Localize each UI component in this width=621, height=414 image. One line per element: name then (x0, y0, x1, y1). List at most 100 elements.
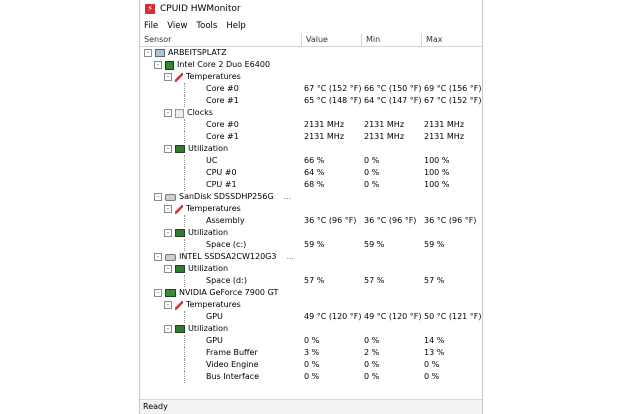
sensor-label: Core #0 (206, 120, 239, 129)
expand-toggle-icon[interactable]: - (164, 325, 172, 333)
expand-toggle-icon[interactable]: - (164, 301, 172, 309)
tree-connector (184, 155, 185, 167)
clock-icon (175, 108, 184, 118)
tree-node[interactable]: - Utilization (140, 263, 482, 275)
sensor-row[interactable]: Space (c:) 59 % 59 % 59 % (140, 239, 482, 251)
sensor-max: 69 °C (156 °F) (424, 84, 482, 93)
menu-tools[interactable]: Tools (196, 21, 217, 31)
sensor-value: 2131 MHz (304, 132, 345, 141)
tree-connector (184, 371, 185, 383)
tree-node[interactable]: - Intel Core 2 Duo E6400 (140, 59, 482, 71)
tree-node[interactable]: - Utilization (140, 143, 482, 155)
tree-connector (184, 359, 185, 371)
sensor-row[interactable]: CPU #0 64 % 0 % 100 % (140, 167, 482, 179)
column-header: Sensor Value Min Max (140, 34, 482, 47)
sensor-row[interactable]: Frame Buffer 3 % 2 % 13 % (140, 347, 482, 359)
menu-view[interactable]: View (167, 21, 187, 31)
sensor-row[interactable]: Core #0 2131 MHz 2131 MHz 2131 MHz (140, 119, 482, 131)
sensor-value: 0 % (304, 372, 320, 381)
thermometer-icon (175, 204, 183, 214)
expand-toggle-icon[interactable]: - (154, 61, 162, 69)
tree-node[interactable]: - NVIDIA GeForce 7900 GT (140, 287, 482, 299)
tree-node[interactable]: - Temperatures (140, 71, 482, 83)
sensor-label: SanDisk SDSSDHP256G (179, 192, 274, 201)
row-label-cell: Assembly (206, 215, 245, 227)
tree-node[interactable]: - INTEL SSDSA2CW120G3... (140, 251, 482, 263)
tree-node[interactable]: - Clocks (140, 107, 482, 119)
tree-node[interactable]: - SanDisk SDSSDHP256G... (140, 191, 482, 203)
sensor-tree[interactable]: - ARBEITSPLATZ - Intel Core 2 Duo E6400- Tem… (140, 47, 482, 383)
row-label-cell: - Temperatures (164, 299, 241, 311)
sensor-row[interactable]: GPU 49 °C (120 °F) 49 °C (120 °F) 50 °C (12… (140, 311, 482, 323)
sensor-label: Clocks (187, 108, 213, 117)
sensor-row[interactable]: Core #1 65 °C (148 °F) 64 °C (147 °F) 67 °C… (140, 95, 482, 107)
tree-connector (184, 95, 185, 107)
sensor-max: 14 % (424, 336, 445, 345)
row-label-cell: Core #0 (206, 119, 239, 131)
row-label-cell: GPU (206, 335, 223, 347)
status-text: Ready (143, 402, 168, 411)
sensor-max: 2131 MHz (424, 132, 465, 141)
expand-toggle-icon[interactable]: - (144, 49, 152, 57)
expand-toggle-icon[interactable]: - (164, 145, 172, 153)
sensor-value: 2131 MHz (304, 120, 345, 129)
sensor-row[interactable]: Core #0 67 °C (152 °F) 66 °C (150 °F) 69 °C… (140, 83, 482, 95)
column-sensor[interactable]: Sensor (140, 34, 302, 46)
sensor-max: 100 % (424, 180, 450, 189)
menu-file[interactable]: File (144, 21, 158, 31)
tree-node[interactable]: - Temperatures (140, 299, 482, 311)
tree-node[interactable]: - Temperatures (140, 203, 482, 215)
window-title: CPUID HWMonitor (160, 4, 241, 14)
sensor-row[interactable]: Assembly 36 °C (96 °F) 36 °C (96 °F) 36 °C … (140, 215, 482, 227)
sensor-max: 0 % (424, 360, 440, 369)
expand-toggle-icon[interactable]: - (164, 205, 172, 213)
node-extra: ... (286, 252, 295, 261)
sensor-row[interactable]: Bus Interface 0 % 0 % 0 % (140, 371, 482, 383)
sensor-max: 13 % (424, 348, 445, 357)
gpu-icon (165, 289, 176, 297)
menu-help[interactable]: Help (226, 21, 245, 31)
sensor-min: 0 % (364, 336, 380, 345)
row-label-cell: CPU #0 (206, 167, 237, 179)
expand-toggle-icon[interactable]: - (154, 253, 162, 261)
expand-toggle-icon[interactable]: - (164, 73, 172, 81)
column-min[interactable]: Min (362, 34, 422, 46)
expand-toggle-icon[interactable]: - (164, 229, 172, 237)
row-label-cell: CPU #1 (206, 179, 237, 191)
hwmonitor-window: ⚡ CPUID HWMonitor File View Tools Help S… (139, 0, 483, 414)
sensor-row[interactable]: Space (d:) 57 % 57 % 57 % (140, 275, 482, 287)
column-max[interactable]: Max (422, 34, 482, 46)
sensor-max: 2131 MHz (424, 120, 465, 129)
row-label-cell: - Utilization (164, 143, 228, 155)
sensor-min: 2131 MHz (364, 132, 405, 141)
expand-toggle-icon[interactable]: - (154, 289, 162, 297)
sensor-label: Space (d:) (206, 276, 247, 285)
utilization-icon (175, 145, 185, 153)
expand-toggle-icon[interactable]: - (164, 265, 172, 273)
row-label-cell: Frame Buffer (206, 347, 258, 359)
expand-toggle-icon[interactable]: - (164, 109, 172, 117)
sensor-row[interactable]: UC 66 % 0 % 100 % (140, 155, 482, 167)
sensor-min: 0 % (364, 180, 380, 189)
column-value[interactable]: Value (302, 34, 362, 46)
tree-node[interactable]: - ARBEITSPLATZ (140, 47, 482, 59)
sensor-value: 65 °C (148 °F) (304, 96, 362, 105)
sensor-label: Temperatures (186, 204, 241, 213)
tree-connector (184, 179, 185, 191)
tree-node[interactable]: - Utilization (140, 323, 482, 335)
sensor-row[interactable]: GPU 0 % 0 % 14 % (140, 335, 482, 347)
sensor-row[interactable]: Core #1 2131 MHz 2131 MHz 2131 MHz (140, 131, 482, 143)
sensor-min: 36 °C (96 °F) (364, 216, 417, 225)
sensor-row[interactable]: CPU #1 68 % 0 % 100 % (140, 179, 482, 191)
tree-node[interactable]: - Utilization (140, 227, 482, 239)
tree-connector (184, 131, 185, 143)
utilization-icon (175, 325, 185, 333)
sensor-value: 57 % (304, 276, 325, 285)
disk-icon (165, 193, 176, 201)
sensor-row[interactable]: Video Engine 0 % 0 % 0 % (140, 359, 482, 371)
row-label-cell: GPU (206, 311, 223, 323)
expand-toggle-icon[interactable]: - (154, 193, 162, 201)
sensor-label: Temperatures (186, 300, 241, 309)
sensor-min: 2 % (364, 348, 380, 357)
row-label-cell: Video Engine (206, 359, 258, 371)
